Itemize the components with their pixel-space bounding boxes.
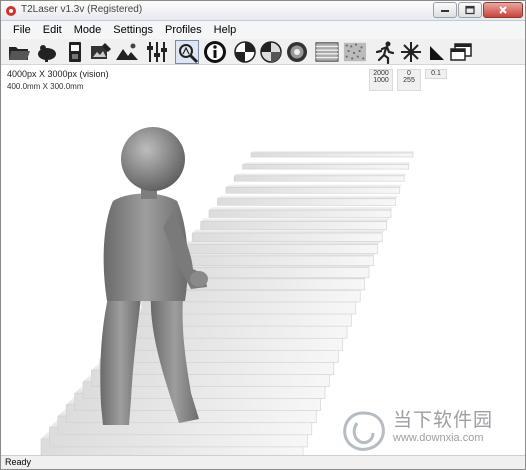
app-window: T2Laser v1.3v (Registered) File Edit Mod… [0, 0, 526, 470]
zoom-icon [179, 44, 199, 64]
open-button[interactable] [7, 40, 31, 64]
export-icon [69, 42, 81, 62]
noise-pattern-icon [343, 42, 367, 62]
run-icon [375, 41, 395, 64]
menu-help[interactable]: Help [208, 21, 243, 39]
menu-bar: File Edit Mode Settings Profiles Help [1, 21, 525, 39]
window-controls [432, 2, 523, 19]
triangle-icon [430, 46, 444, 60]
burst-icon [401, 42, 421, 62]
stat-3-top: 0.1 [431, 70, 441, 77]
grayscale-button[interactable] [285, 40, 309, 64]
preview-image [40, 127, 415, 455]
grayscale-icon [287, 42, 307, 62]
stat-1-top: 2000 [373, 70, 389, 77]
contrast-pie-icon [260, 41, 282, 63]
image-info-panel: 4000px X 3000px (vision) 400.0mm X 300.0… [1, 65, 525, 93]
noise-mode-button[interactable] [343, 40, 369, 64]
menu-edit[interactable]: Edit [37, 21, 68, 39]
landscape-image-icon [116, 43, 138, 60]
stair-riser [242, 164, 409, 170]
line-mode-button[interactable] [315, 40, 341, 64]
stair-riser [250, 152, 414, 158]
export-button[interactable] [63, 40, 87, 64]
stat-2-bottom: 255 [403, 77, 415, 84]
close-icon [499, 6, 507, 14]
stair-riser [191, 232, 383, 242]
menu-file[interactable]: File [7, 21, 37, 39]
burst-button[interactable] [399, 40, 423, 64]
mm-size-label: 400.0mm X 300.0mm [7, 82, 84, 91]
save-button[interactable] [35, 40, 59, 64]
stair-riser [217, 198, 396, 206]
stair-tread [234, 173, 407, 176]
stair-tread [251, 151, 415, 153]
line-pattern-icon [315, 42, 339, 62]
triangle-button[interactable] [425, 40, 449, 64]
stair-riser [175, 255, 374, 267]
adjust-button[interactable] [145, 40, 169, 64]
save-icon [38, 45, 56, 62]
stair-tread [192, 229, 386, 234]
stat-box-3: 0.1 [425, 69, 447, 79]
stair-tread [242, 162, 411, 165]
contrast-button[interactable] [259, 40, 283, 64]
menu-settings[interactable]: Settings [107, 21, 159, 39]
image-button[interactable] [115, 40, 139, 64]
window-title: T2Laser v1.3v (Registered) [21, 4, 143, 15]
title-bar: T2Laser v1.3v (Registered) [1, 1, 525, 21]
stair-riser [208, 209, 392, 218]
info-icon [204, 41, 226, 63]
stair-riser [183, 244, 379, 254]
zoom-button[interactable] [175, 40, 199, 64]
menu-profiles[interactable]: Profiles [159, 21, 208, 39]
toolbar [1, 39, 525, 65]
stat-box-2: 0 255 [397, 69, 421, 91]
dither-button[interactable] [233, 40, 257, 64]
stair-tread [225, 184, 403, 188]
stair-riser [200, 221, 387, 230]
stair-riser [225, 187, 401, 194]
image-edit-icon [91, 43, 111, 59]
maximize-icon [465, 5, 475, 15]
windows-icon [450, 43, 472, 61]
stair-riser [233, 175, 405, 182]
image-edit-button[interactable] [89, 40, 113, 64]
stair-tread [200, 218, 391, 222]
maximize-button[interactable] [458, 2, 482, 18]
windows-button[interactable] [449, 40, 473, 64]
close-button[interactable] [483, 2, 523, 18]
run-button[interactable] [373, 40, 397, 64]
stat-2-top: 0 [407, 70, 411, 77]
watermark-cn-text: 当下软件园 [393, 409, 494, 431]
stair-tread [217, 195, 399, 199]
watermark-url: www.downxia.com [393, 432, 484, 444]
status-bar: Ready [1, 455, 525, 469]
image-canvas[interactable] [1, 93, 525, 455]
stat-1-bottom: 1000 [373, 77, 389, 84]
dither-icon [234, 41, 256, 63]
pixel-size-label: 4000px X 3000px (vision) [7, 69, 109, 79]
stair-tread [209, 207, 395, 211]
open-folder-icon [9, 47, 30, 60]
app-icon [6, 6, 16, 16]
stat-box-1: 2000 1000 [369, 69, 393, 91]
info-button[interactable] [203, 40, 227, 64]
menu-mode[interactable]: Mode [68, 21, 108, 39]
status-text: Ready [5, 457, 32, 467]
minimize-icon [441, 10, 449, 12]
watermark-logo [343, 411, 385, 451]
minimize-button[interactable] [433, 2, 457, 18]
sliders-icon [147, 42, 167, 62]
